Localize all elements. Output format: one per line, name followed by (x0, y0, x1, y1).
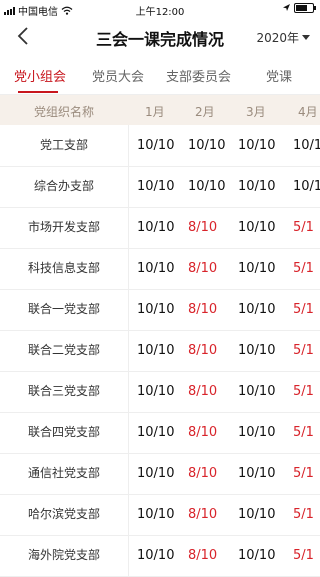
month-2-value-cell: 10/10 (188, 138, 226, 153)
month-4-value-cell: 5/1 (293, 220, 314, 235)
header-org-name: 党组织名称 (34, 105, 95, 119)
tab-party-group-meeting[interactable]: 党小组会 (14, 66, 66, 85)
org-name-cell: 哈尔滨党支部 (0, 494, 129, 535)
org-name-cell: 综合办支部 (0, 166, 129, 207)
month-2-value-cell: 8/10 (188, 220, 218, 235)
month-4-value-cell: 5/1 (293, 302, 314, 317)
month-3-value-cell: 10/10 (238, 220, 276, 235)
table-row[interactable]: 联合一党支部 10/10 8/10 10/10 5/1 (0, 289, 320, 331)
table-row[interactable]: 联合三党支部 10/10 8/10 10/10 5/1 (0, 371, 320, 413)
month-2-value-cell: 8/10 (188, 384, 218, 399)
caret-down-icon (302, 35, 310, 40)
header-month-4: 4月 (298, 105, 318, 119)
battery-icon (294, 3, 316, 13)
year-selector[interactable]: 2020年 (256, 29, 310, 46)
status-bar: 中国电信 上午12:00 (0, 0, 320, 18)
org-name-cell: 市场开发支部 (0, 207, 129, 248)
month-4-value-cell: 5/1 (293, 384, 314, 399)
month-2-value-cell: 8/10 (188, 302, 218, 317)
org-name-cell: 通信社党支部 (0, 453, 129, 494)
table-row[interactable]: 通信社党支部 10/10 8/10 10/10 5/1 (0, 453, 320, 495)
org-name-cell: 党工支部 (0, 125, 129, 166)
org-name-cell: 联合三党支部 (0, 371, 129, 412)
month-3-value-cell: 10/10 (238, 466, 276, 481)
month-3-value-cell: 10/10 (238, 343, 276, 358)
location-icon (283, 4, 290, 11)
active-tab-indicator (18, 91, 58, 93)
table-row[interactable]: 党工支部 10/10 10/10 10/10 10/1 (0, 125, 320, 167)
month-3-value-cell: 10/10 (238, 302, 276, 317)
month-3-value-cell: 10/10 (238, 507, 276, 522)
month-1-value-cell: 10/10 (137, 261, 175, 276)
header-month-3: 3月 (246, 105, 266, 119)
month-1-value-cell: 10/10 (137, 343, 175, 358)
table-row[interactable]: 市场开发支部 10/10 8/10 10/10 5/1 (0, 207, 320, 249)
month-1-value-cell: 10/10 (137, 466, 175, 481)
org-name-cell: 海外院党支部 (0, 535, 129, 576)
month-3-value-cell: 10/10 (238, 384, 276, 399)
table-header: 党组织名称 1月 2月 3月 4月 (0, 95, 320, 125)
navigation-bar: 三会一课完成情况 2020年 (0, 18, 320, 54)
month-4-value-cell: 10/1 (293, 179, 320, 194)
org-name-cell: 科技信息支部 (0, 248, 129, 289)
header-month-1: 1月 (145, 105, 165, 119)
month-3-value-cell: 10/10 (238, 179, 276, 194)
org-name-cell: 联合二党支部 (0, 330, 129, 371)
month-1-value-cell: 10/10 (137, 548, 175, 563)
month-4-value-cell: 5/1 (293, 261, 314, 276)
table-row[interactable]: 科技信息支部 10/10 8/10 10/10 5/1 (0, 248, 320, 290)
month-1-value-cell: 10/10 (137, 138, 175, 153)
month-3-value-cell: 10/10 (238, 138, 276, 153)
month-2-value-cell: 8/10 (188, 507, 218, 522)
tab-party-lecture[interactable]: 党课 (266, 66, 292, 85)
month-3-value-cell: 10/10 (238, 261, 276, 276)
tab-branch-committee[interactable]: 支部委员会 (166, 66, 231, 85)
month-4-value-cell: 5/1 (293, 548, 314, 563)
month-1-value-cell: 10/10 (137, 425, 175, 440)
org-name-cell: 联合四党支部 (0, 412, 129, 453)
year-label: 2020年 (256, 31, 299, 45)
month-4-value-cell: 5/1 (293, 507, 314, 522)
tab-bar: 党小组会 党员大会 支部委员会 党课 (0, 56, 320, 95)
header-month-2: 2月 (195, 105, 215, 119)
month-2-value-cell: 8/10 (188, 425, 218, 440)
month-1-value-cell: 10/10 (137, 384, 175, 399)
month-1-value-cell: 10/10 (137, 302, 175, 317)
org-name-cell: 联合一党支部 (0, 289, 129, 330)
month-1-value-cell: 10/10 (137, 507, 175, 522)
month-1-value-cell: 10/10 (137, 220, 175, 235)
month-2-value-cell: 8/10 (188, 343, 218, 358)
month-3-value-cell: 10/10 (238, 548, 276, 563)
month-4-value-cell: 5/1 (293, 343, 314, 358)
status-right (283, 3, 316, 13)
month-2-value-cell: 8/10 (188, 548, 218, 563)
table-row[interactable]: 联合四党支部 10/10 8/10 10/10 5/1 (0, 412, 320, 454)
month-4-value-cell: 10/1 (293, 138, 320, 153)
month-4-value-cell: 5/1 (293, 466, 314, 481)
table-row[interactable]: 海外院党支部 10/10 8/10 10/10 5/1 (0, 535, 320, 577)
status-time: 上午12:00 (135, 7, 185, 18)
month-3-value-cell: 10/10 (238, 425, 276, 440)
month-1-value-cell: 10/10 (137, 179, 175, 194)
table-row[interactable]: 综合办支部 10/10 10/10 10/10 10/1 (0, 166, 320, 208)
month-2-value-cell: 8/10 (188, 261, 218, 276)
table-row[interactable]: 联合二党支部 10/10 8/10 10/10 5/1 (0, 330, 320, 372)
table-row[interactable]: 哈尔滨党支部 10/10 8/10 10/10 5/1 (0, 494, 320, 536)
tab-party-member-meeting[interactable]: 党员大会 (92, 66, 144, 85)
month-4-value-cell: 5/1 (293, 425, 314, 440)
month-2-value-cell: 8/10 (188, 466, 218, 481)
month-2-value-cell: 10/10 (188, 179, 226, 194)
